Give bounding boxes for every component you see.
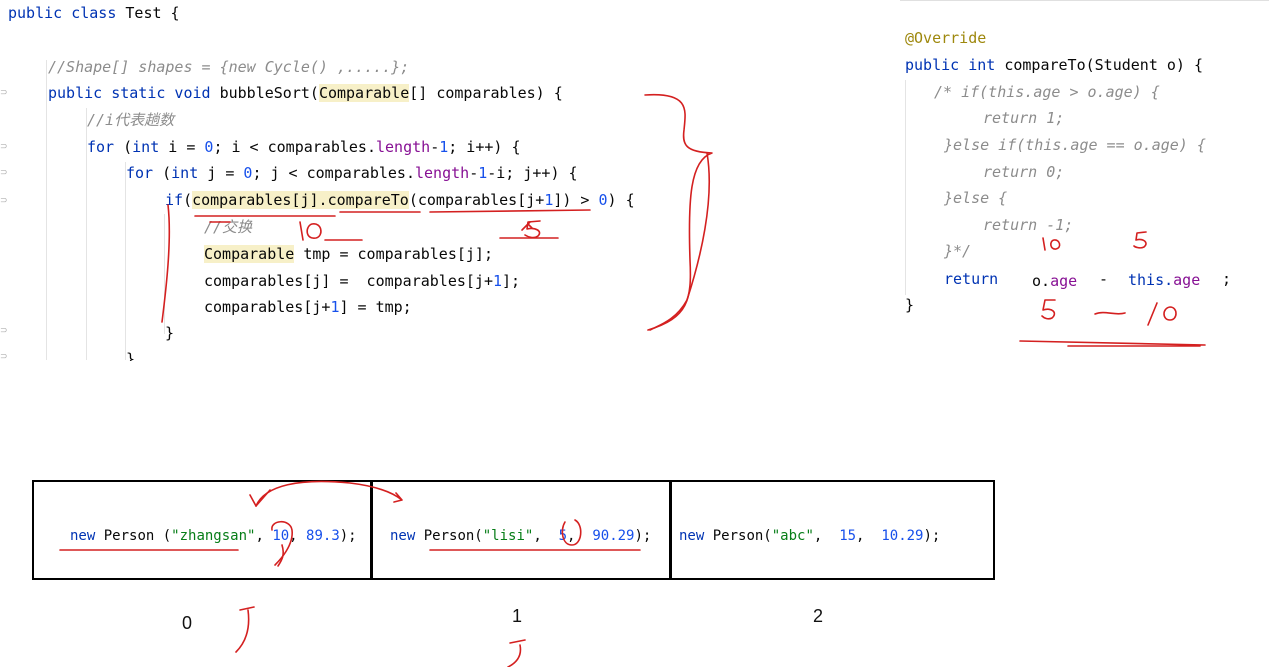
code-line-return-expr: this.age [1128,271,1201,289]
code-line-for-j: for (int j = 0; j < comparables.length-1… [126,164,578,182]
gutter-fold-icon[interactable]: ⊃ [0,326,8,336]
code-line-return-semi: ; [1222,270,1232,288]
code-line-if: if(comparables[j].compareTo(comparables[… [165,191,635,209]
code-line-return: return [944,270,999,288]
indent-guide [46,60,47,360]
code-line-brace: } [905,296,915,314]
code-line-for-i: for (int i = 0; i < comparables.length-1… [87,138,521,156]
ink-digit-5-mid [524,220,541,239]
code-line-method: public static void bubbleSort(Comparable… [48,84,563,102]
code-line-return-op: - [1099,270,1109,288]
ink-label-10-right [1042,237,1061,251]
array-cell-0: new Person ("zhangsan", 10, 89.3); [32,480,373,580]
code-line-annotation: @Override [905,29,987,47]
code-line-comment: return -1; [983,216,1074,234]
gutter-fold-icon[interactable]: ⊃ [0,352,8,362]
cell-code: new Person("abc", 15, 10.29); [679,528,941,544]
ink-brace-swap [649,152,710,331]
array-cell-2: new Person("abc", 15, 10.29); [669,480,995,580]
ink-pencil-icon [521,221,533,231]
indent-guide [164,214,165,334]
code-line-class: public class Test { [8,4,180,22]
code-line-comment: }*/ [944,242,972,260]
code-line-comment: return 0; [983,163,1065,181]
ink-eq-5 [1041,299,1056,320]
code-line-tmp: Comparable tmp = comparables[j]; [204,245,493,263]
array-index-1: 1 [512,606,523,626]
ink-tick-index-0 [235,606,255,653]
code-line-brace: } [165,324,175,342]
ink-label-5-right [1133,231,1147,249]
code-line-comment: }else if(this.age == o.age) { [944,136,1206,154]
code-line-assign: comparables[j] = comparables[j+1]; [204,272,521,290]
gutter-fold-icon[interactable]: ⊃ [0,196,8,206]
cell-code: new Person ("zhangsan", 10, 89.3); [70,528,357,544]
gutter-fold-icon[interactable]: ⊃ [0,88,8,98]
array-index-0: 0 [182,613,193,633]
gutter-fold-icon[interactable]: ⊃ [0,142,8,152]
code-line-comment: /* if(this.age > o.age) { [934,83,1160,101]
code-line-comment: }else { [944,189,1008,207]
ink-digit-10-left [299,221,322,241]
code-line-brace: } [126,350,136,361]
code-line-return-expr: o.age [1032,272,1078,290]
code-line-comment: return 1; [983,109,1065,127]
ink-tick-index-1 [507,639,526,667]
ink-underline-j1 [429,209,591,213]
indent-guide [125,162,126,360]
code-line-comment: //交换 [204,218,253,236]
array-index-2: 2 [813,606,824,626]
code-line-signature: public int compareTo(Student o) { [905,56,1204,74]
gutter-fold-icon[interactable]: ⊃ [0,168,8,178]
code-line-comment: //i代表趟数 [87,111,175,129]
array-cell-1: new Person("lisi", 5, 90.29); [370,480,672,580]
ink-eq-minus [1094,311,1126,315]
indent-guide [905,80,906,295]
ink-underline-result [1019,340,1206,347]
ink-eq-10 [1147,302,1177,326]
ink-brace-for-loops [644,93,713,331]
code-line-comment: //Shape[] shapes = {new Cycle() ,.....}; [48,58,410,76]
code-line-assign: comparables[j+1] = tmp; [204,298,412,316]
editor-top-border [900,0,1269,1]
cell-code: new Person("lisi", 5, 90.29); [390,528,652,544]
